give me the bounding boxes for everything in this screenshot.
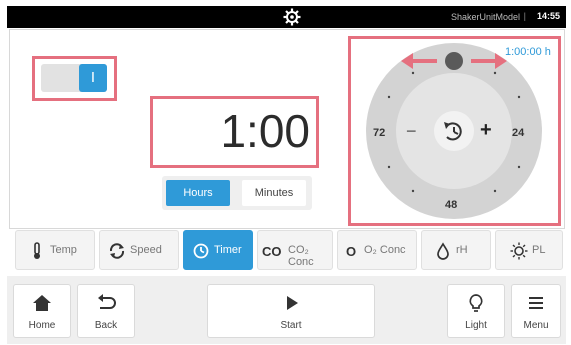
menu-button[interactable]: Menu [511, 284, 561, 338]
back-arrow-icon [98, 294, 116, 309]
status-bar: ShakerUnitModel | 14:55 [7, 6, 566, 28]
svg-text:CO: CO [262, 244, 282, 259]
minutes-button[interactable]: Minutes [242, 180, 306, 206]
home-icon [33, 295, 51, 311]
light-label: Light [465, 320, 487, 331]
unit-selector: Hours Minutes [162, 176, 312, 210]
bottom-nav-bar: Home Back Start Light Menu [7, 276, 566, 344]
tab-pl-label: PL [532, 244, 546, 256]
hours-button[interactable]: Hours [166, 180, 230, 206]
rotate-icon [109, 243, 125, 259]
tab-speed[interactable]: Speed [99, 230, 179, 270]
tab-rh-label: rH [456, 244, 468, 256]
gear-icon[interactable] [282, 7, 302, 27]
o2-icon: O [346, 244, 356, 259]
time-highlight [150, 96, 319, 168]
tab-timer-label: Timer [214, 244, 242, 256]
tab-o2[interactable]: O O₂ Conc [337, 230, 417, 270]
menu-label: Menu [523, 320, 549, 331]
toggle-highlight [32, 56, 117, 101]
status-separator: | [523, 11, 526, 21]
home-button[interactable]: Home [13, 284, 71, 338]
clock-icon [193, 243, 209, 259]
svg-text:O: O [346, 244, 356, 259]
tab-timer[interactable]: Timer [183, 230, 253, 270]
start-label: Start [280, 320, 302, 331]
co2-icon: CO [262, 244, 282, 259]
parameter-tabs: Temp Speed Timer CO CO₂ Conc O O₂ Conc r… [9, 230, 565, 272]
lightbulb-icon [469, 294, 483, 312]
tab-temp[interactable]: Temp [15, 230, 95, 270]
play-icon [287, 296, 298, 310]
dial-highlight [348, 36, 561, 226]
back-label: Back [94, 320, 118, 331]
hamburger-menu-icon [529, 297, 543, 309]
droplet-icon [437, 242, 449, 260]
tab-rh[interactable]: rH [421, 230, 491, 270]
tab-co2[interactable]: CO CO₂ Conc [257, 230, 333, 270]
tab-pl[interactable]: PL [495, 230, 563, 270]
start-button[interactable]: Start [207, 284, 375, 338]
tab-co2-label: CO₂ Conc [288, 244, 314, 268]
home-label: Home [28, 320, 56, 331]
sun-icon [510, 242, 528, 260]
device-model: ShakerUnitModel [450, 12, 520, 22]
tab-o2-label: O₂ Conc [364, 244, 406, 256]
status-clock: 14:55 [536, 11, 560, 21]
light-button[interactable]: Light [447, 284, 505, 338]
tab-speed-label: Speed [130, 244, 162, 256]
back-button[interactable]: Back [77, 284, 135, 338]
tab-temp-label: Temp [50, 244, 77, 256]
thermometer-icon [34, 242, 40, 259]
